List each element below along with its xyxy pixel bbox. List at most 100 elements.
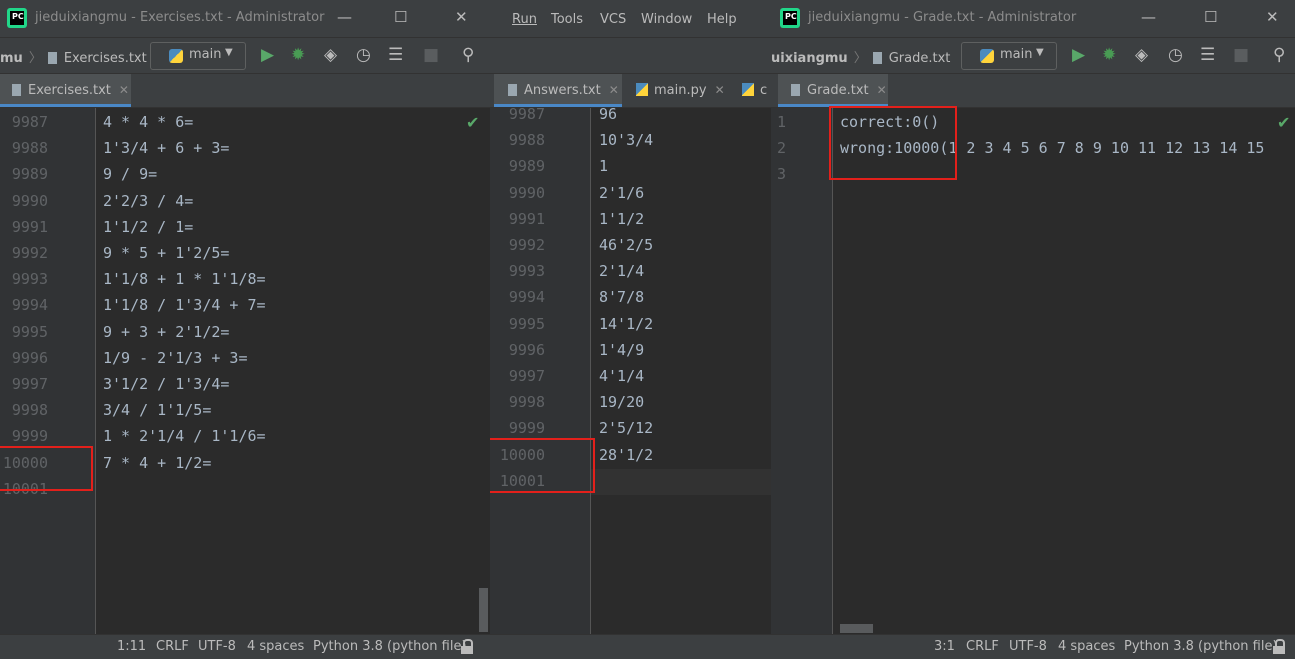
code-line: 10'3/4 [599,131,654,150]
minimize-icon[interactable]: — [1141,8,1156,26]
title-bar[interactable]: PC jieduixiangmu - Exercises.txt - Admin… [0,0,490,37]
debug-icon[interactable]: ✹ [1102,45,1116,65]
menu-item-tools[interactable]: Tools [551,12,583,27]
editor[interactable]: 9987 9988 9989 9990 9991 9992 9993 9994 9995 9996… [0,108,490,635]
stop-icon[interactable]: ■ [1233,45,1249,65]
line-numbers: 9987 9988 9989 9990 9991 9992 9993 9994 9995 9996… [490,101,545,494]
line-separator[interactable]: CRLF [156,639,189,654]
encoding[interactable]: UTF-8 [1009,639,1047,654]
code-line: 1 * 2'1/4 / 1'1/6= [103,427,266,446]
code-line: 4'1/4 [599,367,645,386]
horizontal-scrollbar[interactable] [840,624,873,633]
profile-icon[interactable]: ◷ [1168,45,1183,65]
code-text[interactable]: 4 * 4 * 6= 1'3/4 + 6 + 3= 9 / 9= 2'2/3 / 4=… [103,109,266,502]
debug-icon[interactable]: ✹ [291,45,305,65]
coverage-icon[interactable]: ◈ [1135,45,1148,65]
maximize-icon[interactable]: ☐ [394,8,407,26]
menu-item-vcs[interactable]: VCS [600,12,626,27]
breadcrumb[interactable]: uixiangmu 〉 Grade.txt [771,47,950,66]
code-line: 1 [599,157,609,176]
code-line: 9 / 9= [103,165,158,184]
chevron-down-icon: ▼ [225,47,233,58]
line-separator[interactable]: CRLF [966,639,999,654]
code-line: 1'1/2 / 1= [103,217,194,236]
run-list-icon[interactable]: ☰ [388,45,403,65]
code-line: 3/4 / 1'1/5= [103,401,212,420]
run-config-select[interactable]: main ▼ [961,42,1057,70]
line-number: 9988 [508,131,545,150]
title-bar[interactable]: PC jieduixiangmu - Grade.txt - Administr… [771,0,1295,37]
line-number: 9990 [11,191,48,210]
code-text[interactable]: 96 10'3/4 1 2'1/6 1'1/2 46'2/5 2'1/4 8'7/8 14'1/… [599,101,653,494]
window-title: jieduixiangmu - Exercises.txt - Administ… [35,10,325,25]
close-tab-icon[interactable]: ✕ [119,83,129,97]
caret-position[interactable]: 3:1 [934,639,955,654]
search-icon[interactable]: ⚲ [462,45,474,65]
code-line: 9 + 3 + 2'1/2= [103,322,230,341]
close-tab-icon[interactable]: ✕ [609,83,619,97]
run-icon[interactable]: ▶ [261,45,274,65]
search-icon[interactable]: ⚲ [1273,45,1285,65]
profile-icon[interactable]: ◷ [356,45,371,65]
highlight-box [829,106,957,180]
line-number: 9989 [11,165,48,184]
checkmark-icon: ✔ [1277,113,1291,132]
editor[interactable]: 123 correct:0() wrong:10000(1 2 3 4 5 6 7… [771,108,1295,635]
code-line: 1'1/2 [599,209,645,228]
run-list-icon[interactable]: ☰ [1200,45,1215,65]
run-icon[interactable]: ▶ [1072,45,1085,65]
indent[interactable]: 4 spaces [247,639,304,654]
caret-position[interactable]: 1:11 [117,639,146,654]
checkmark-icon: ✔ [466,113,480,132]
close-icon[interactable]: ✕ [1266,8,1279,26]
line-number: 9992 [11,244,48,263]
pycharm-logo-icon: PC [7,8,27,28]
interpreter[interactable]: Python 3.8 (python file) [1124,639,1278,654]
menu-item-window[interactable]: Window [641,12,692,27]
maximize-icon[interactable]: ☐ [1204,8,1217,26]
tab-c[interactable]: c [742,74,767,107]
close-icon[interactable]: ✕ [455,8,468,26]
stop-icon[interactable]: ■ [423,45,439,65]
file-icon [508,84,517,96]
indent[interactable]: 4 spaces [1058,639,1115,654]
coverage-icon[interactable]: ◈ [324,45,337,65]
tab-grade[interactable]: Grade.txt ✕ [778,74,888,107]
encoding[interactable]: UTF-8 [198,639,236,654]
interpreter[interactable]: Python 3.8 (python file) [313,639,467,654]
code-line: 1'4/9 [599,340,645,359]
editor[interactable]: 9987 9988 9989 9990 9991 9992 9993 9994 9995 9996… [490,105,771,635]
navigation-bar: uixiangmu 〉 Grade.txt main ▼ ▶ ✹ ◈ ◷ ☰ ■ ⚲ [771,37,1295,74]
run-config-select[interactable]: main ▼ [150,42,246,70]
code-line: 19/20 [599,393,645,412]
code-line: 4 * 4 * 6= [103,113,194,131]
line-number: 9987 [11,113,48,131]
line-number: 9996 [508,340,545,359]
lock-icon[interactable] [1272,639,1285,654]
close-tab-icon[interactable]: ✕ [715,83,725,97]
line-number: 9993 [11,270,48,289]
breadcrumb[interactable]: mu 〉 Exercises.txt [0,47,147,66]
line-number: 9988 [11,139,48,158]
code-line: 96 [599,105,618,123]
navigation-bar: mu 〉 Exercises.txt main ▼ ▶ ✹ ◈ ◷ ☰ ■ ⚲ [0,37,490,74]
code-line: 2'1/6 [599,183,645,202]
code-line: 2'5/12 [599,419,654,438]
scrollbar[interactable] [479,588,488,632]
minimize-icon[interactable]: — [337,8,352,26]
line-number: 2 [776,139,786,158]
line-number: 9997 [11,375,48,394]
window-exercises: PC jieduixiangmu - Exercises.txt - Admin… [0,0,490,659]
code-line: 9 * 5 + 1'2/5= [103,244,230,263]
tab-exercises[interactable]: Exercises.txt ✕ [0,74,131,107]
menu-item-run[interactable]: Run [512,12,537,27]
file-icon [47,52,57,64]
menu-item-help[interactable]: Help [707,12,737,27]
close-tab-icon[interactable]: ✕ [877,83,887,97]
pycharm-logo-icon: PC [780,8,800,28]
lock-icon[interactable] [460,639,473,654]
code-line: 8'7/8 [599,288,645,307]
status-bar: 1:11 CRLF UTF-8 4 spaces Python 3.8 (pyt… [0,634,490,659]
